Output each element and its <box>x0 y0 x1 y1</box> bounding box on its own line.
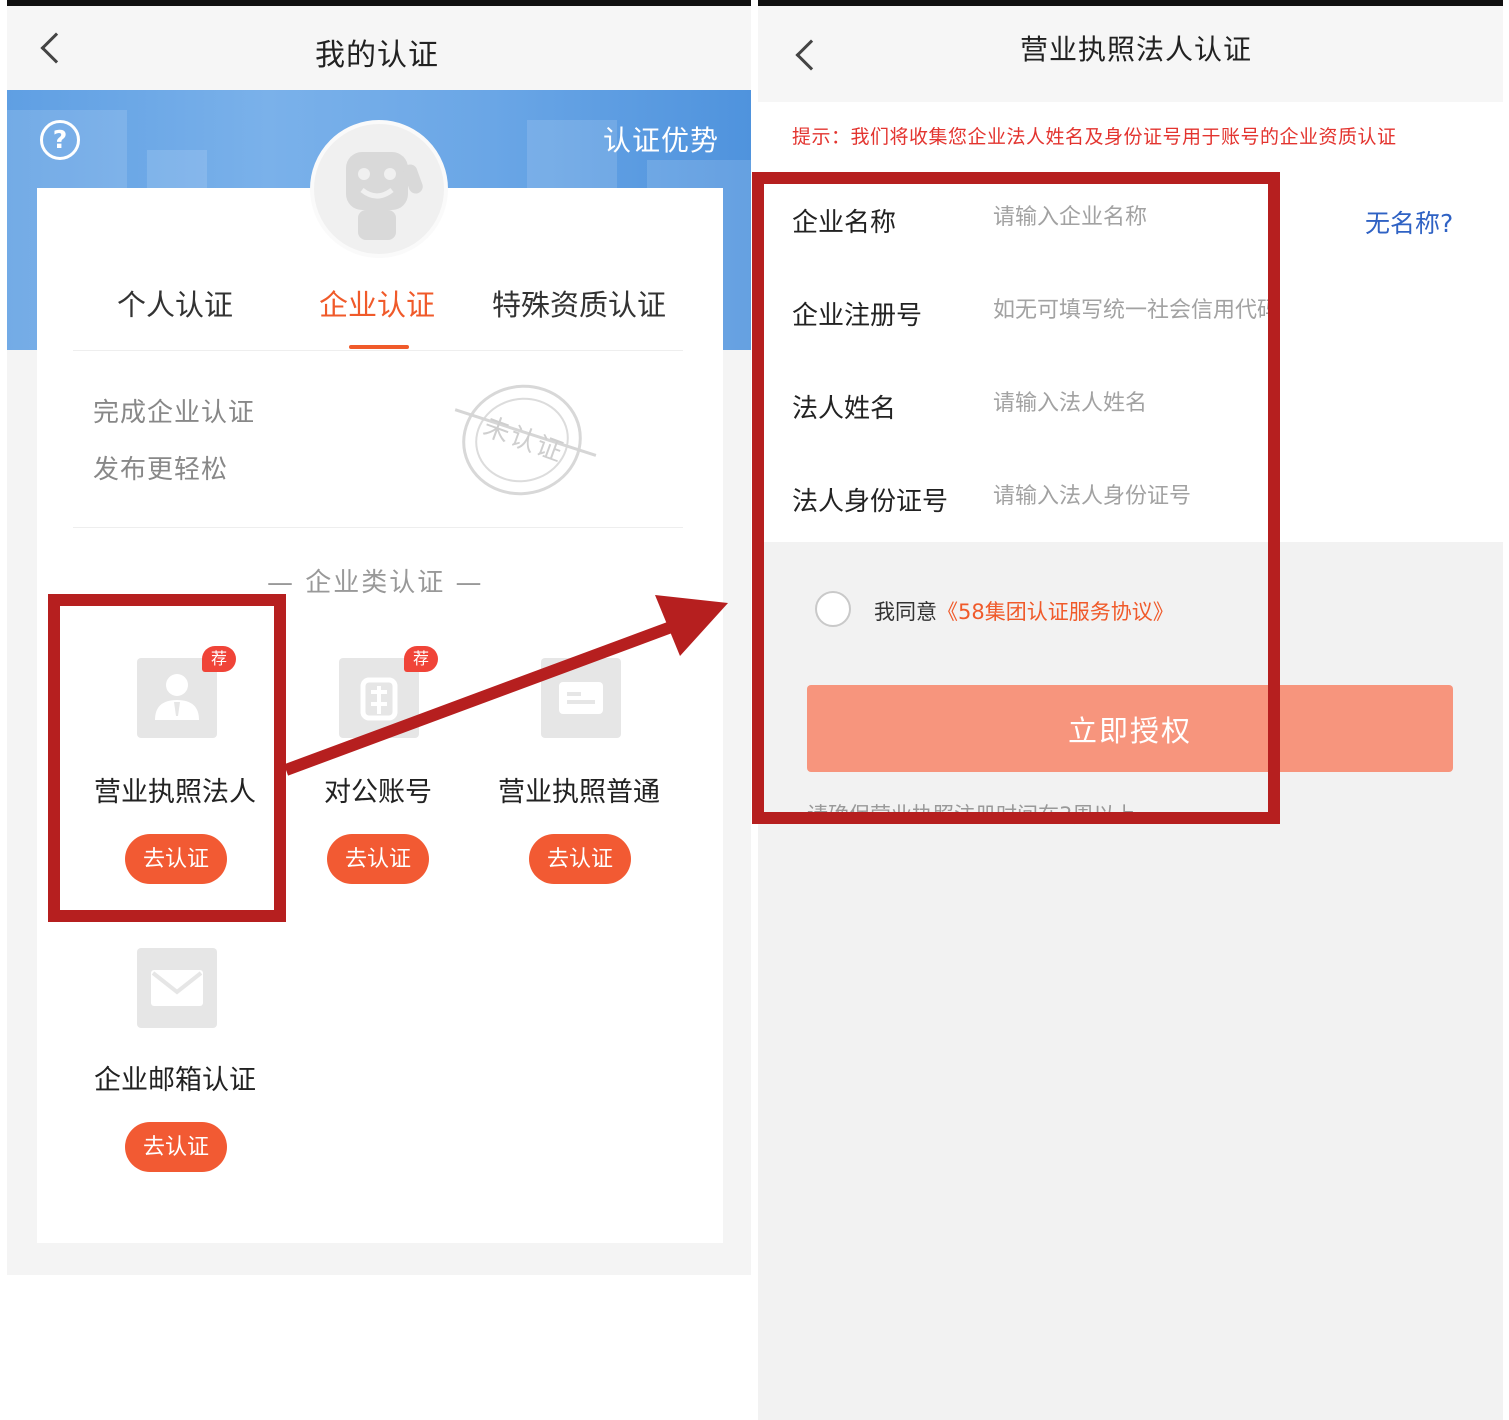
annotation-arrow-icon <box>283 595 728 776</box>
